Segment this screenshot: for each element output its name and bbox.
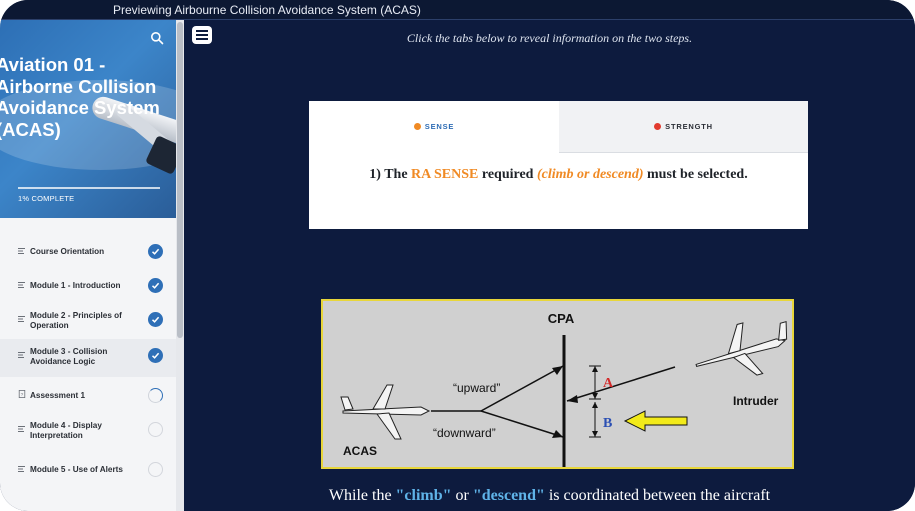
acas-sense-diagram: CPA ACAS “upward” “downward” A B Intrude… [321, 299, 794, 469]
sidebar-item-label: Module 4 - Display Interpretation [30, 421, 102, 440]
caption-climb: "climb" [395, 487, 452, 504]
sidebar-item-label: Module 2 - Principles of Operation [30, 311, 122, 330]
panel-highlight: RA SENSE [411, 167, 479, 182]
complete-check-icon [148, 312, 163, 327]
sidebar-item-assessment-1[interactable]: ? Assessment 1 [0, 379, 176, 413]
sidebar-scrollbar-thumb[interactable] [177, 22, 183, 338]
sidebar-item-label: Assessment 1 [30, 391, 86, 400]
downward-label: “downward” [433, 426, 496, 440]
not-started-icon [148, 422, 163, 437]
sidebar-item-module-1[interactable]: Module 1 - Introduction [0, 269, 176, 303]
course-title: Aviation 01 - Airborne Collision Avoidan… [0, 54, 160, 140]
lesson-content: Click the tabs below to reveal informati… [184, 20, 915, 511]
panel-middle: required [478, 167, 537, 182]
lesson-lines-icon [18, 466, 25, 472]
caption-suffix: is coordinated between the aircraft [544, 487, 771, 504]
acas-aircraft-icon [340, 384, 431, 440]
window-title: Previewing Airbourne Collision Avoidance… [113, 3, 421, 17]
progress-bar [18, 187, 160, 189]
lesson-menu: Course Orientation Module 1 - Introducti… [0, 218, 176, 487]
tab-strength[interactable]: STRENGTH [559, 101, 808, 153]
label-a: A [603, 376, 614, 391]
strength-dot-icon [654, 123, 662, 130]
upward-label: “upward” [453, 381, 500, 395]
in-progress-icon [148, 388, 163, 403]
not-started-icon [148, 462, 163, 477]
intruder-label: Intruder [733, 394, 779, 408]
panel-italic: (climb or descend) [536, 167, 644, 182]
complete-check-icon [148, 348, 163, 363]
tab-label: SENSE [424, 122, 455, 131]
sidebar-item-module-3[interactable]: Module 3 - Collision Avoidance Logic [0, 339, 176, 377]
sidebar-item-module-2[interactable]: Module 2 - Principles of Operation [0, 303, 176, 337]
caption-or: or [451, 487, 473, 504]
instruction-text: Click the tabs below to reveal informati… [406, 31, 693, 45]
intruder-aircraft-icon [695, 321, 788, 376]
tabs-block: SENSE STRENGTH 1) The RA SENSE required … [309, 101, 808, 229]
lesson-lines-icon [18, 282, 25, 288]
sidebar-item-module-4[interactable]: Module 4 - Display Interpretation [0, 413, 176, 453]
sidebar-item-label: Course Orientation [30, 247, 105, 256]
lesson-lines-icon [18, 426, 25, 432]
course-header: Aviation 01 - Airborne Collision Avoidan… [0, 20, 176, 218]
tab-sense[interactable]: SENSE [309, 101, 559, 153]
sidebar-item-label: Module 1 - Introduction [30, 281, 121, 290]
acas-label: ACAS [343, 444, 377, 458]
course-sidebar: Aviation 01 - Airborne Collision Avoidan… [0, 20, 184, 511]
label-b: B [603, 416, 612, 431]
panel-prefix: 1) The [369, 167, 412, 182]
yellow-arrow-icon [623, 410, 688, 432]
tab-panel-text: 1) The RA SENSE required (climb or desce… [309, 167, 808, 183]
progress-text: 1% COMPLETE [18, 194, 75, 203]
panel-suffix: must be selected. [643, 167, 748, 182]
sidebar-item-label: Module 3 - Collision Avoidance Logic [30, 347, 108, 366]
lesson-lines-icon [18, 316, 25, 322]
sense-dot-icon [413, 123, 421, 130]
caption-prefix: While the [328, 487, 396, 504]
diagram-graphic: CPA ACAS “upward” “downward” A B Intrude… [340, 311, 788, 467]
cpa-label: CPA [548, 311, 575, 326]
search-icon[interactable] [150, 31, 164, 45]
complete-check-icon [148, 244, 163, 259]
body-paragraph: While the "climb" or "descend" is coordi… [184, 487, 915, 505]
caption-descend: "descend" [472, 487, 545, 504]
complete-check-icon [148, 278, 163, 293]
quiz-icon: ? [18, 390, 26, 398]
lesson-lines-icon [18, 248, 25, 254]
lesson-lines-icon [18, 352, 25, 358]
svg-text:?: ? [21, 392, 24, 398]
sidebar-item-course-orientation[interactable]: Course Orientation [0, 235, 176, 269]
sidebar-item-module-5[interactable]: Module 5 - Use of Alerts [0, 453, 176, 487]
preview-title-bar: Previewing Airbourne Collision Avoidance… [0, 0, 915, 20]
app-window: Previewing Airbourne Collision Avoidance… [0, 0, 915, 511]
tab-label: STRENGTH [665, 122, 713, 131]
sidebar-item-label: Module 5 - Use of Alerts [30, 465, 123, 474]
